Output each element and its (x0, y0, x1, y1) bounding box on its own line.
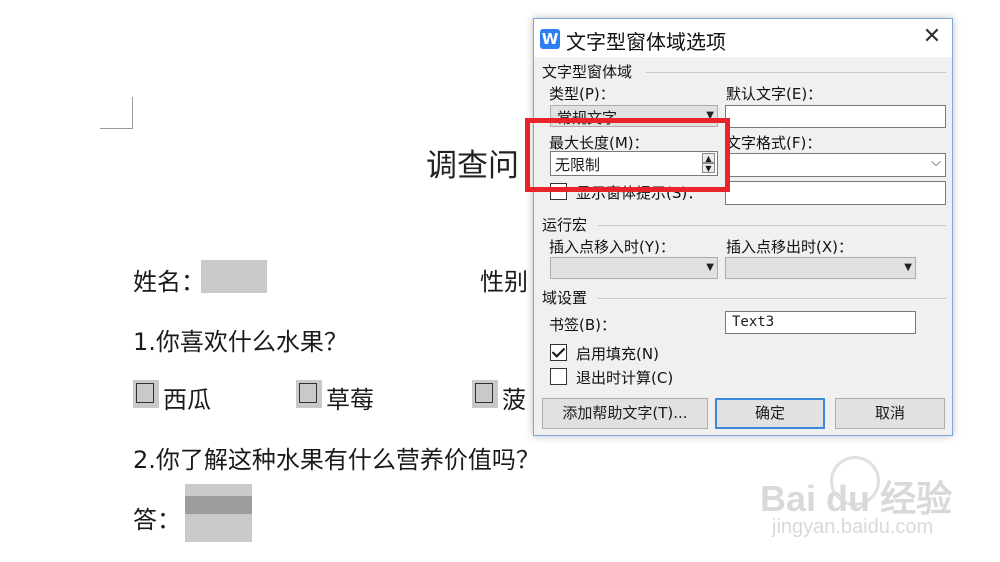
enable-fill-label: 启用填充(N) (576, 345, 659, 363)
section-divider (598, 298, 946, 299)
exit-macro-dropdown[interactable]: ▼ (725, 257, 916, 279)
chevron-down-icon: ⌵ (931, 155, 941, 170)
answer-field-selection (185, 496, 252, 514)
dialog-title: 文字型窗体域选项 (566, 30, 726, 54)
ok-button[interactable]: 确定 (715, 398, 825, 429)
bookmark-value: Text3 (732, 314, 775, 330)
gender-label: 性别 (480, 268, 528, 296)
bookmark-input[interactable]: Text3 (725, 311, 916, 334)
option-watermelon: 西瓜 (163, 386, 211, 414)
option-strawberry: 草莓 (326, 386, 374, 414)
checkbox-pineapple[interactable] (472, 380, 498, 408)
section-divider (598, 225, 946, 226)
calc-on-exit-label: 退出时计算(C) (576, 369, 674, 387)
text-format-label: 文字格式(F)： (726, 134, 822, 152)
checkbox-strawberry[interactable] (296, 380, 322, 408)
calc-on-exit-checkbox[interactable] (550, 368, 567, 385)
chevron-down-icon: ▼ (904, 262, 912, 273)
close-icon[interactable]: ✕ (916, 23, 948, 53)
watermark-logo: Bai du 经验 (760, 478, 953, 519)
bookmark-label: 书签(B)： (549, 316, 616, 334)
default-text-label: 默认文字(E)： (726, 85, 823, 103)
document-title: 调查问 (426, 148, 519, 184)
checkbox-watermelon[interactable] (133, 380, 159, 408)
answer-form-field[interactable] (185, 484, 252, 542)
default-text-input[interactable] (725, 105, 946, 128)
highlight-annotation (525, 118, 730, 192)
wps-app-icon: W (540, 29, 560, 49)
entry-macro-label: 插入点移入时(Y)： (549, 238, 675, 256)
type-label: 类型(P)： (549, 85, 615, 103)
show-tip-input[interactable] (725, 181, 946, 205)
watermark-url: jingyan.baidu.com (772, 516, 934, 538)
section-divider (646, 72, 946, 73)
option-pineapple: 菠 (502, 386, 526, 414)
dialog-titlebar[interactable]: W 文字型窗体域选项 ✕ (534, 19, 952, 57)
text-format-dropdown[interactable]: ⌵ (725, 153, 946, 177)
text-form-field-options-dialog: W 文字型窗体域选项 ✕ 文字型窗体域 类型(P)： 常规文字 ▼ 默认文字(E… (533, 18, 953, 436)
section-macro: 运行宏 (542, 216, 588, 234)
section-settings: 域设置 (542, 289, 588, 307)
question-2: 2.你了解这种水果有什么营养价值吗？ (133, 446, 540, 474)
name-form-field[interactable] (201, 260, 267, 293)
exit-macro-label: 插入点移出时(X)： (726, 238, 853, 256)
enable-fill-checkbox[interactable] (550, 344, 567, 361)
cancel-button[interactable]: 取消 (835, 398, 945, 429)
question-1: 1.你喜欢什么水果？ (133, 328, 348, 356)
page-corner-mark (100, 97, 133, 129)
add-help-text-button[interactable]: 添加帮助文字(T)... (542, 398, 708, 429)
name-label: 姓名： (133, 268, 205, 296)
chevron-down-icon: ▼ (706, 262, 714, 273)
section-text-field: 文字型窗体域 (542, 63, 633, 81)
answer-label: 答： (133, 506, 181, 534)
entry-macro-dropdown[interactable]: ▼ (550, 257, 718, 279)
